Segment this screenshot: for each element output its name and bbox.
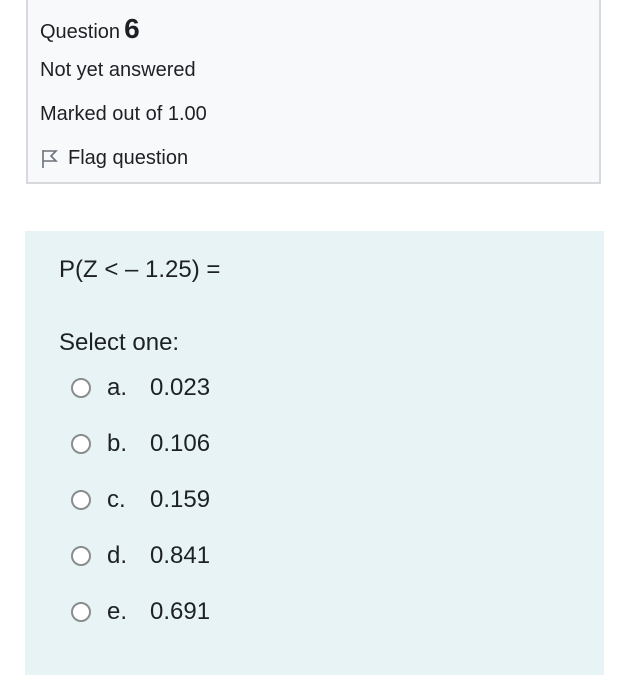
question-text: P(Z < – 1.25) = <box>59 256 221 283</box>
option-value: 0.106 <box>150 430 211 457</box>
question-number: 6 <box>124 13 140 44</box>
flag-question-link[interactable]: Flag question <box>40 145 188 171</box>
option-value: 0.023 <box>150 374 211 401</box>
question-content-panel: P(Z < – 1.25) = Select one: a. 0.023 b. … <box>25 231 604 675</box>
option-letter: d. <box>107 542 128 569</box>
option-letter: c. <box>107 486 126 513</box>
question-info-panel: Question 6 Not yet answered Marked out of… <box>26 0 601 184</box>
question-marks: Marked out of 1.00 <box>40 103 207 125</box>
answer-option-b[interactable]: b. 0.106 <box>71 428 210 460</box>
select-prompt: Select one: <box>59 329 180 356</box>
radio-unchecked-icon[interactable] <box>71 378 91 398</box>
answer-option-d[interactable]: d. 0.841 <box>71 540 210 572</box>
radio-unchecked-icon[interactable] <box>71 490 91 510</box>
question-heading: Question 6 <box>40 12 140 49</box>
answer-option-c[interactable]: c. 0.159 <box>71 484 210 516</box>
radio-unchecked-icon[interactable] <box>71 602 91 622</box>
option-value: 0.841 <box>150 542 211 569</box>
option-letter: e. <box>107 598 128 625</box>
option-value: 0.691 <box>150 598 211 625</box>
radio-unchecked-icon[interactable] <box>71 546 91 566</box>
radio-unchecked-icon[interactable] <box>71 434 91 454</box>
option-letter: b. <box>107 430 128 457</box>
question-label: Question <box>40 21 121 43</box>
answer-option-e[interactable]: e. 0.691 <box>71 596 210 628</box>
flag-icon <box>40 147 62 169</box>
question-status: Not yet answered <box>40 59 196 81</box>
option-value: 0.159 <box>150 486 211 513</box>
flag-question-label: Flag question <box>68 147 189 169</box>
option-letter: a. <box>107 374 128 401</box>
answer-option-a[interactable]: a. 0.023 <box>71 372 210 404</box>
